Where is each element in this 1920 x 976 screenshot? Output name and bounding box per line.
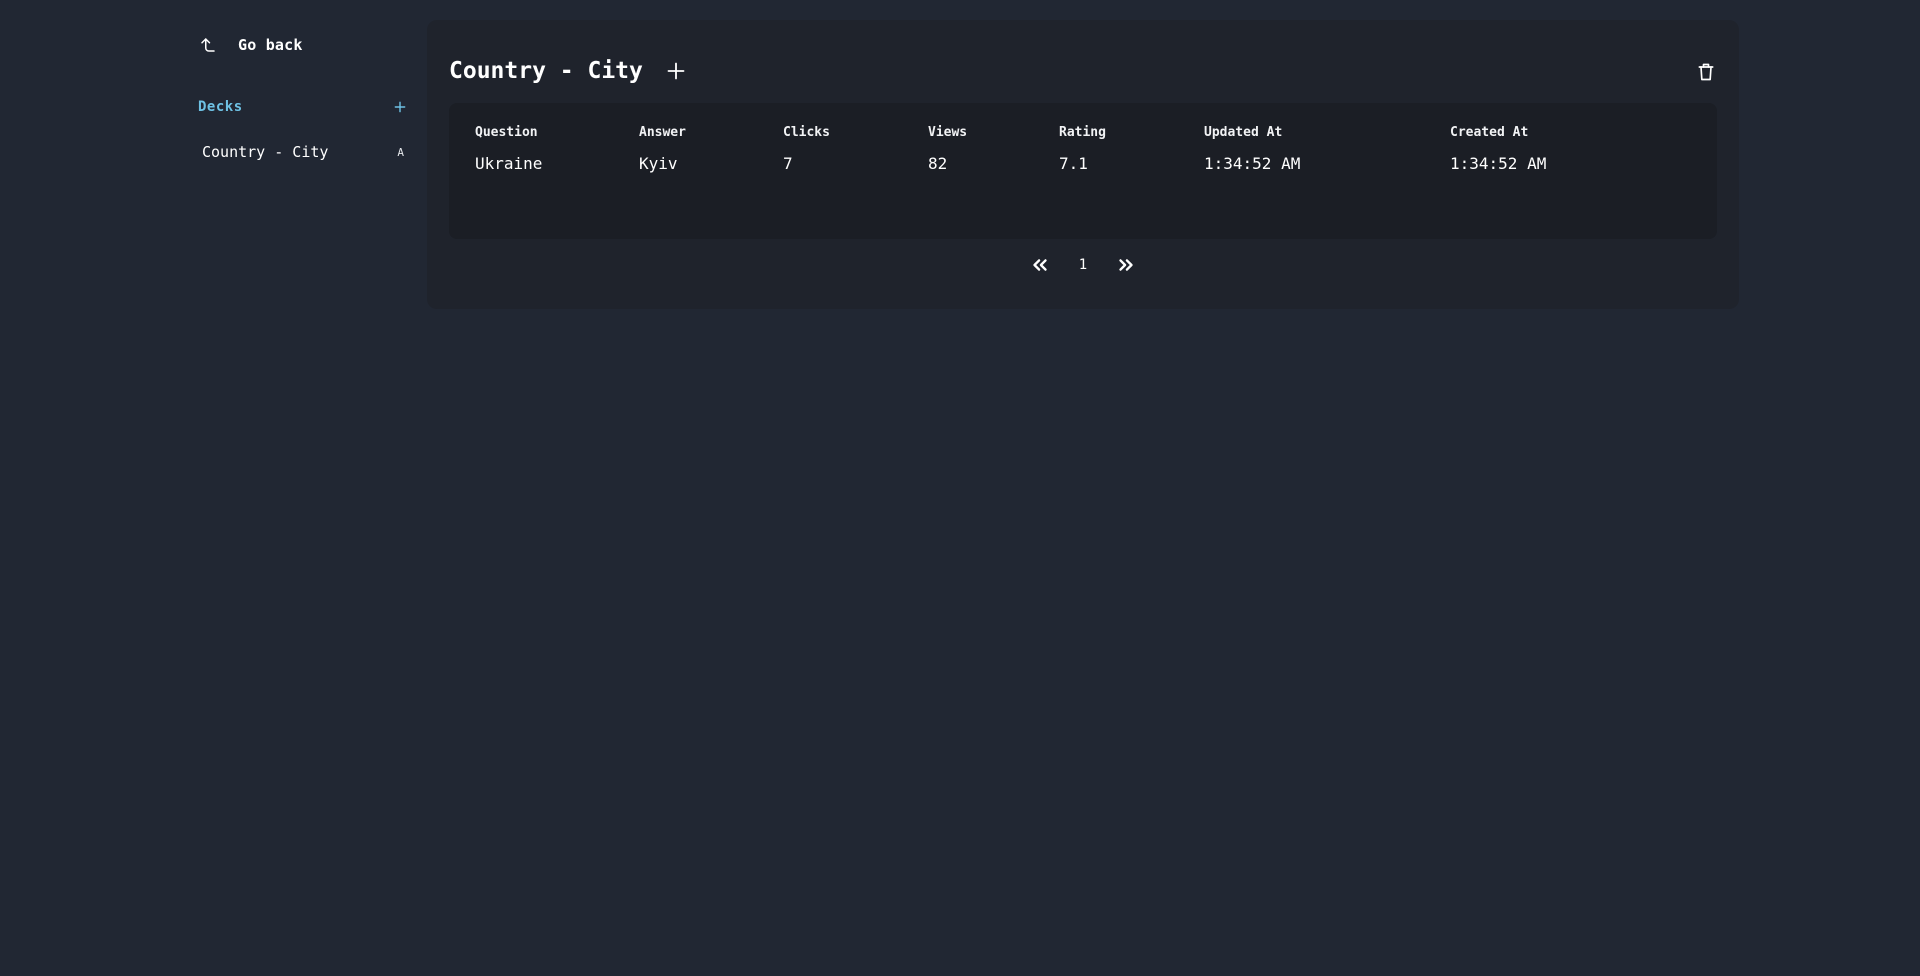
prev-page-button[interactable]: [1028, 253, 1052, 277]
deck-item-label: Country - City: [202, 143, 329, 161]
next-page-button[interactable]: [1114, 253, 1138, 277]
column-header-answer[interactable]: Answer: [639, 103, 783, 140]
column-header-created-at[interactable]: Created At: [1450, 103, 1717, 140]
page-number-button[interactable]: 1: [1079, 257, 1087, 273]
go-back-label: Go back: [238, 36, 303, 54]
decks-title: Decks: [198, 99, 243, 115]
chevrons-left-icon: [1033, 259, 1047, 271]
sidebar-item-country-city[interactable]: Country - City A: [190, 140, 410, 164]
plus-icon: [394, 101, 406, 113]
add-deck-button[interactable]: [392, 99, 408, 115]
corner-left-up-icon: [198, 35, 218, 55]
decks-header: Decks: [190, 96, 410, 118]
plus-icon: [667, 62, 685, 80]
cards-table: Question Answer Clicks Views Rating Upda…: [449, 103, 1717, 239]
column-header-question[interactable]: Question: [449, 103, 639, 140]
page-title: Country - City: [449, 58, 643, 84]
column-header-updated-at[interactable]: Updated At: [1204, 103, 1450, 140]
sidebar: Go back Decks Country - City A: [190, 28, 410, 164]
deck-panel: Country - City Question Answer Clicks Vi…: [427, 20, 1739, 309]
pagination: 1: [427, 250, 1739, 280]
cell-created-at: 1:34:52 AM: [1450, 154, 1547, 173]
cell-answer: Kyiv: [639, 154, 678, 173]
deck-item-badge: A: [397, 145, 404, 159]
trash-icon: [1698, 63, 1714, 81]
add-card-button[interactable]: [665, 56, 687, 86]
cell-rating: 7.1: [1059, 154, 1088, 173]
chevrons-right-icon: [1119, 259, 1133, 271]
go-back-button[interactable]: Go back: [190, 28, 410, 62]
column-header-views[interactable]: Views: [928, 103, 1059, 140]
cell-clicks: 7: [783, 154, 793, 173]
column-header-clicks[interactable]: Clicks: [783, 103, 928, 140]
cell-question: Ukraine: [475, 154, 543, 173]
table-header-row: Question Answer Clicks Views Rating Upda…: [449, 103, 1717, 140]
delete-deck-button[interactable]: [1695, 60, 1717, 84]
cell-views: 82: [928, 154, 948, 173]
table-row[interactable]: Ukraine Kyiv 7 82 7.1 1:34:52 AM 1:34:52…: [449, 140, 1717, 190]
cell-updated-at: 1:34:52 AM: [1204, 154, 1301, 173]
column-header-rating[interactable]: Rating: [1059, 103, 1204, 140]
